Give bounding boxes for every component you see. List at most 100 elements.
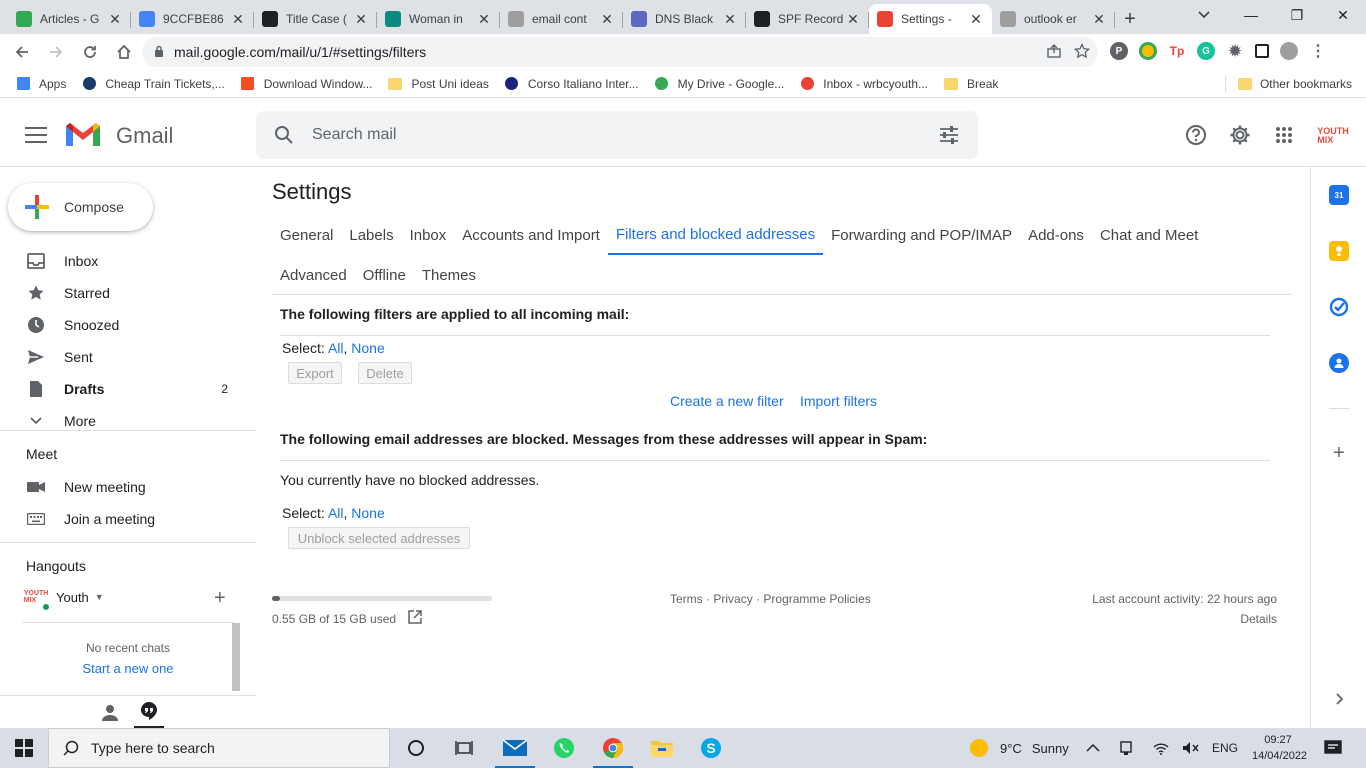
- new-meeting-item[interactable]: New meeting: [26, 477, 146, 497]
- restore-button[interactable]: ❐: [1274, 0, 1320, 30]
- search-icon[interactable]: [274, 125, 294, 145]
- privacy-link[interactable]: Privacy: [713, 592, 752, 606]
- start-new-chat-link[interactable]: Start a new one: [0, 661, 256, 676]
- sidebar-item-drafts[interactable]: Drafts 2: [0, 373, 256, 405]
- more-vert-icon[interactable]: ⋮: [1309, 42, 1327, 60]
- close-tab-icon[interactable]: ✕: [845, 11, 861, 28]
- hangouts-add-icon[interactable]: +: [214, 587, 226, 610]
- sidebar-item-inbox[interactable]: Inbox: [0, 245, 256, 277]
- other-bookmarks[interactable]: Other bookmarks: [1237, 77, 1352, 91]
- close-tab-icon[interactable]: ✕: [599, 11, 615, 28]
- tab-inbox[interactable]: Inbox: [402, 215, 455, 255]
- dropdown-arrow-icon[interactable]: ▼: [95, 592, 104, 602]
- help-icon[interactable]: [1184, 123, 1208, 147]
- browser-tab[interactable]: 9CCFBE86 ✕: [131, 4, 254, 34]
- windows-start-icon[interactable]: [0, 728, 48, 768]
- contacts-icon[interactable]: [1329, 353, 1349, 373]
- cortana-icon[interactable]: [392, 728, 440, 768]
- new-tab-button[interactable]: +: [1115, 4, 1145, 34]
- pinterest-icon[interactable]: P: [1110, 42, 1128, 60]
- puzzle-icon[interactable]: ✹: [1226, 42, 1244, 60]
- person-icon[interactable]: [100, 704, 120, 722]
- tab-chat-and-meet[interactable]: Chat and Meet: [1092, 215, 1206, 255]
- settings-gear-icon[interactable]: [1228, 123, 1252, 147]
- bookmark-item[interactable]: Corso Italiano Inter...: [504, 77, 639, 91]
- address-bar[interactable]: mail.google.com/mail/u/1/#settings/filte…: [142, 37, 1098, 67]
- close-tab-icon[interactable]: ✕: [107, 11, 123, 28]
- close-tab-icon[interactable]: ✕: [353, 11, 369, 28]
- sidebar-item-sent[interactable]: Sent: [0, 341, 256, 373]
- close-window-button[interactable]: ✕: [1320, 0, 1366, 30]
- bookmark-item[interactable]: Download Window...: [240, 77, 372, 91]
- hangouts-user[interactable]: YOUTH MIX Youth ▼: [24, 585, 104, 612]
- account-avatar[interactable]: YOUTH MIX: [1317, 121, 1349, 151]
- delete-button[interactable]: Delete: [358, 362, 412, 384]
- join-meeting-item[interactable]: Join a meeting: [26, 509, 155, 529]
- sidebar-scrollbar[interactable]: [232, 623, 240, 691]
- tab-offline[interactable]: Offline: [355, 255, 414, 295]
- bookmark-item[interactable]: Cheap Train Tickets,...: [81, 77, 225, 91]
- tab-add-ons[interactable]: Add-ons: [1020, 215, 1092, 255]
- reload-icon[interactable]: [74, 36, 106, 68]
- details-link[interactable]: Details: [1092, 612, 1277, 626]
- tab-forwarding-and-pop-imap[interactable]: Forwarding and POP/IMAP: [823, 215, 1020, 255]
- whatsapp-icon[interactable]: [540, 728, 588, 768]
- taskbar-search-box[interactable]: Type here to search: [48, 728, 390, 768]
- get-addons-plus-icon[interactable]: +: [1329, 442, 1349, 464]
- volume-muted-icon[interactable]: [1182, 728, 1200, 768]
- tab-themes[interactable]: Themes: [414, 255, 484, 295]
- keep-icon[interactable]: [1329, 241, 1349, 261]
- browser-tab[interactable]: outlook er ✕: [992, 4, 1115, 34]
- close-tab-icon[interactable]: ✕: [230, 11, 246, 28]
- tab-labels[interactable]: Labels: [341, 215, 401, 255]
- export-button[interactable]: Export: [288, 362, 342, 384]
- unblock-button[interactable]: Unblock selected addresses: [288, 527, 470, 549]
- language-indicator[interactable]: ENG: [1212, 728, 1238, 768]
- terms-link[interactable]: Terms: [670, 592, 703, 606]
- notifications-icon[interactable]: [1324, 728, 1342, 768]
- chrome-taskbar-icon[interactable]: [589, 728, 637, 768]
- grammarly-icon[interactable]: G: [1197, 42, 1215, 60]
- tab-filters-and-blocked-addresses[interactable]: Filters and blocked addresses: [607, 215, 824, 255]
- tab-accounts-and-import[interactable]: Accounts and Import: [454, 215, 608, 255]
- browser-tab[interactable]: Title Case (✕: [254, 4, 377, 34]
- gmail-logo-icon[interactable]: [64, 120, 102, 150]
- skype-icon[interactable]: S: [687, 728, 735, 768]
- expand-panel-chevron-icon[interactable]: [1329, 689, 1349, 709]
- select-all-link[interactable]: All: [328, 340, 344, 356]
- search-options-icon[interactable]: [938, 125, 960, 145]
- import-filters-link[interactable]: Import filters: [800, 393, 877, 409]
- side-panel-icon[interactable]: [1255, 44, 1269, 58]
- select-all-link[interactable]: All: [328, 505, 344, 521]
- chrome-ext-icon[interactable]: [1139, 42, 1157, 60]
- compose-button[interactable]: Compose: [8, 183, 153, 231]
- close-tab-icon[interactable]: ✕: [1091, 11, 1107, 28]
- share-icon[interactable]: [1046, 43, 1062, 63]
- sidebar-item-snoozed[interactable]: Snoozed: [0, 309, 256, 341]
- create-filter-link[interactable]: Create a new filter: [670, 393, 784, 409]
- forward-arrow-icon[interactable]: [40, 36, 72, 68]
- tab-search-chevron-icon[interactable]: [1192, 4, 1216, 26]
- mail-app-icon[interactable]: [491, 728, 539, 768]
- close-tab-icon[interactable]: ✕: [722, 11, 738, 28]
- taskbar-clock[interactable]: 09:27 14/04/2022: [1252, 732, 1307, 764]
- tab-advanced[interactable]: Advanced: [272, 255, 355, 295]
- task-view-icon[interactable]: [440, 728, 488, 768]
- open-external-icon[interactable]: [408, 610, 422, 624]
- bookmark-item[interactable]: My Drive - Google...: [654, 77, 784, 91]
- home-icon[interactable]: [108, 36, 140, 68]
- apps-grid-icon[interactable]: [1272, 123, 1296, 147]
- browser-tab[interactable]: Woman in ✕: [377, 4, 500, 34]
- select-none-link[interactable]: None: [351, 340, 384, 356]
- browser-tab[interactable]: email cont ✕: [500, 4, 623, 34]
- main-menu-icon[interactable]: [22, 123, 50, 147]
- search-input[interactable]: [312, 111, 872, 159]
- tp-icon[interactable]: Tp: [1168, 42, 1186, 60]
- browser-tab[interactable]: DNS Black ✕: [623, 4, 746, 34]
- hangouts-tab[interactable]: [134, 696, 164, 729]
- minimize-button[interactable]: —: [1228, 0, 1274, 30]
- close-tab-icon[interactable]: ✕: [476, 11, 492, 28]
- tasks-icon[interactable]: [1329, 297, 1349, 317]
- select-none-link[interactable]: None: [351, 505, 384, 521]
- bookmark-star-icon[interactable]: [1073, 42, 1091, 63]
